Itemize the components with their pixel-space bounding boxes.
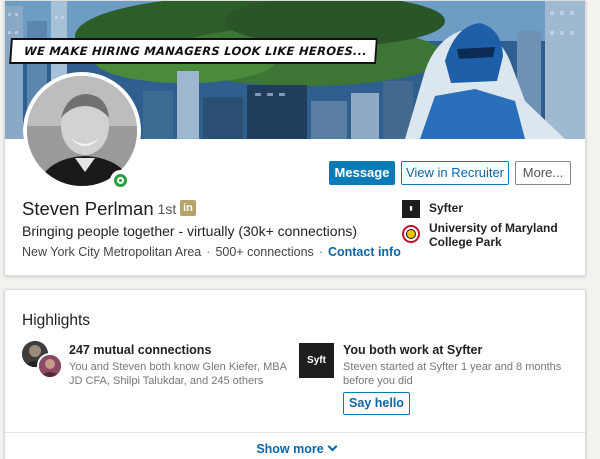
profile-card: WE MAKE HIRING MANAGERS LOOK LIKE HEROES…: [4, 0, 586, 276]
show-more-button[interactable]: Show more: [5, 441, 585, 456]
shared-workplace-description: Steven started at Syfter 1 year and 8 mo…: [343, 361, 562, 387]
mutual-connections-description: You and Steven both know Glen Kiefer, MB…: [69, 361, 287, 387]
syfter-logo-icon: Syft: [299, 343, 334, 378]
mutual-connections-title[interactable]: 247 mutual connections: [69, 343, 211, 357]
online-status-icon: [110, 170, 131, 191]
current-company[interactable]: Syfter: [429, 201, 463, 215]
mutual-avatar[interactable]: [37, 353, 63, 379]
message-button[interactable]: Message: [329, 161, 395, 185]
profile-name: Steven Perlman: [22, 198, 154, 219]
company-logo-icon[interactable]: ▮: [402, 200, 420, 218]
chevron-down-icon: [327, 441, 338, 452]
school-name[interactable]: University of Maryland College Park: [429, 221, 559, 249]
view-in-recruiter-button[interactable]: View in Recruiter: [401, 161, 509, 185]
shared-workplace-title: You both work at Syfter: [343, 343, 483, 357]
show-more-label: Show more: [256, 442, 324, 456]
contact-info-link[interactable]: Contact info: [328, 245, 401, 259]
linkedin-badge-icon: in: [180, 200, 196, 216]
more-button[interactable]: More...: [515, 161, 571, 185]
profile-meta: New York City Metropolitan Area · 500+ con…: [22, 245, 401, 259]
say-hello-button[interactable]: Say hello: [343, 392, 410, 415]
profile-headline: Bringing people together - virtually (30…: [22, 223, 358, 239]
highlights-title: Highlights: [22, 312, 91, 329]
section-divider: [5, 432, 585, 433]
connection-count: 500+ connections: [215, 245, 314, 259]
school-logo-icon[interactable]: [402, 225, 420, 243]
banner-tagline: WE MAKE HIRING MANAGERS LOOK LIKE HEROES…: [9, 38, 379, 64]
connection-degree: · 1st: [149, 201, 177, 217]
highlights-card: Highlights 247 mutual connections You an…: [4, 289, 586, 459]
profile-location: New York City Metropolitan Area: [22, 245, 202, 259]
